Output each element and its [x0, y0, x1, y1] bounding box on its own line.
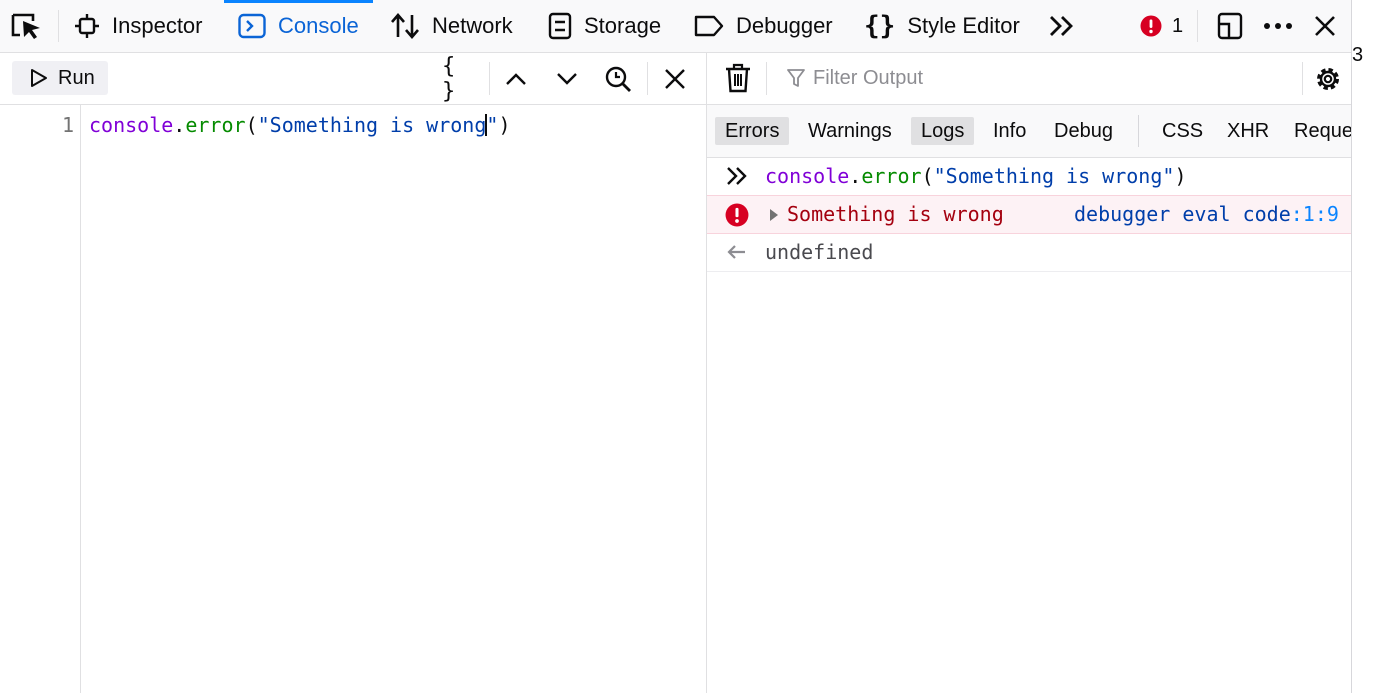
console-result-message: undefined — [707, 234, 1351, 272]
close-editor-icon[interactable] — [661, 65, 689, 93]
code-string: "Something is wrong — [257, 113, 487, 137]
responsive-design-icon[interactable] — [1215, 11, 1245, 41]
tab-label: Style Editor — [907, 13, 1020, 38]
output-separator — [1302, 62, 1303, 95]
tab-label: Network — [432, 13, 513, 38]
filter-icon — [787, 68, 813, 88]
input-prompt-icon — [725, 165, 749, 187]
filter-separator — [1138, 115, 1139, 147]
result-arrow-icon — [725, 241, 749, 263]
editor-toolbar: Run { } — [0, 53, 706, 105]
window-edge — [1351, 0, 1352, 693]
input-paren-open: ( — [921, 164, 934, 188]
pretty-print-icon[interactable]: { } — [442, 54, 482, 104]
error-text: Something is wrong — [787, 202, 1004, 226]
element-picker-icon[interactable] — [10, 12, 44, 40]
overflow-chevron-icon[interactable] — [1047, 13, 1077, 39]
code-paren-open: ( — [245, 113, 258, 137]
style-editor-icon: {} — [864, 11, 896, 41]
tab-label: Console — [278, 13, 359, 38]
code-editor-line[interactable]: console.error("Something is wrong") — [89, 113, 510, 137]
tab-storage[interactable]: Storage — [548, 0, 661, 52]
filter-xhr-button[interactable]: XHR — [1217, 117, 1279, 145]
network-icon — [390, 12, 420, 40]
more-options-icon[interactable] — [1262, 16, 1296, 36]
tab-debugger[interactable]: Debugger — [694, 0, 833, 52]
console-icon — [238, 13, 266, 39]
expand-arrow-icon[interactable] — [769, 208, 779, 222]
reverse-search-icon[interactable] — [604, 65, 632, 93]
log-filter-bar: Errors Warnings Logs Info Debug CSS XHR … — [707, 105, 1351, 158]
code-dot: . — [173, 113, 186, 137]
code-object: console — [89, 113, 174, 137]
tab-label: Inspector — [112, 13, 203, 38]
toolbar-separator — [1197, 10, 1198, 42]
clipped-edge-glyph: 3 — [1352, 44, 1364, 66]
filter-logs-button[interactable]: Logs — [911, 117, 975, 145]
tab-label: Storage — [584, 13, 662, 38]
run-label: Run — [58, 66, 95, 89]
error-source-link[interactable]: debugger eval code:1:9 — [1074, 202, 1339, 226]
editor-separator — [647, 62, 648, 95]
input-dot: . — [849, 164, 862, 188]
error-line-col: :1:9 — [1290, 202, 1339, 226]
filter-css-button[interactable]: CSS — [1152, 117, 1213, 145]
trash-icon[interactable] — [725, 63, 751, 93]
input-method: error — [861, 164, 922, 188]
code-string-end: " — [486, 113, 499, 137]
filter-debug-button[interactable]: Debug — [1044, 117, 1123, 145]
close-icon[interactable] — [1313, 14, 1337, 38]
storage-icon — [548, 12, 572, 40]
play-icon — [12, 68, 58, 88]
tab-console[interactable]: Console — [224, 0, 373, 52]
code-method: error — [185, 113, 246, 137]
run-button[interactable]: Run — [12, 61, 108, 95]
history-down-icon[interactable] — [553, 65, 581, 93]
output-separator — [766, 62, 767, 95]
filter-output-input[interactable]: Filter Output — [787, 61, 923, 95]
editor-separator — [489, 62, 490, 95]
console-input-message: console.error("Something is wrong") — [707, 158, 1351, 196]
toolbar-separator — [58, 10, 59, 42]
tab-inspector[interactable]: Inspector — [74, 0, 203, 52]
tab-network[interactable]: Network — [390, 0, 513, 52]
input-paren-close: ) — [1174, 164, 1187, 188]
filter-errors-button[interactable]: Errors — [715, 117, 790, 145]
error-count-button[interactable]: 1 — [1140, 0, 1183, 52]
filter-info-button[interactable]: Info — [983, 117, 1036, 145]
tab-style-editor[interactable]: {} Style Editor — [864, 0, 1020, 52]
input-object: console — [765, 164, 850, 188]
tab-label: Debugger — [736, 13, 833, 38]
filter-placeholder: Filter Output — [813, 66, 924, 89]
error-count: 1 — [1172, 14, 1184, 37]
debugger-icon — [694, 14, 724, 38]
gear-icon[interactable] — [1313, 64, 1343, 94]
result-text: undefined — [765, 240, 874, 264]
console-error-message[interactable]: Something is wrong debugger eval code:1:… — [707, 195, 1351, 234]
inspector-icon — [74, 13, 100, 39]
error-icon — [725, 203, 749, 227]
error-source-file: debugger eval code — [1074, 202, 1291, 226]
error-icon — [1140, 15, 1162, 37]
filter-requests-button[interactable]: Reque — [1284, 117, 1351, 145]
input-string: "Something is wrong" — [933, 164, 1175, 188]
output-toolbar: Filter Output — [707, 53, 1351, 105]
code-paren-close: ) — [498, 113, 511, 137]
history-up-icon[interactable] — [502, 65, 530, 93]
filter-warnings-button[interactable]: Warnings — [798, 117, 902, 145]
line-number: 1 — [61, 113, 74, 137]
devtools-toolbar: Inspector Console Network Storage Debugg… — [0, 0, 1352, 53]
line-number-gutter: 1 — [0, 105, 81, 693]
